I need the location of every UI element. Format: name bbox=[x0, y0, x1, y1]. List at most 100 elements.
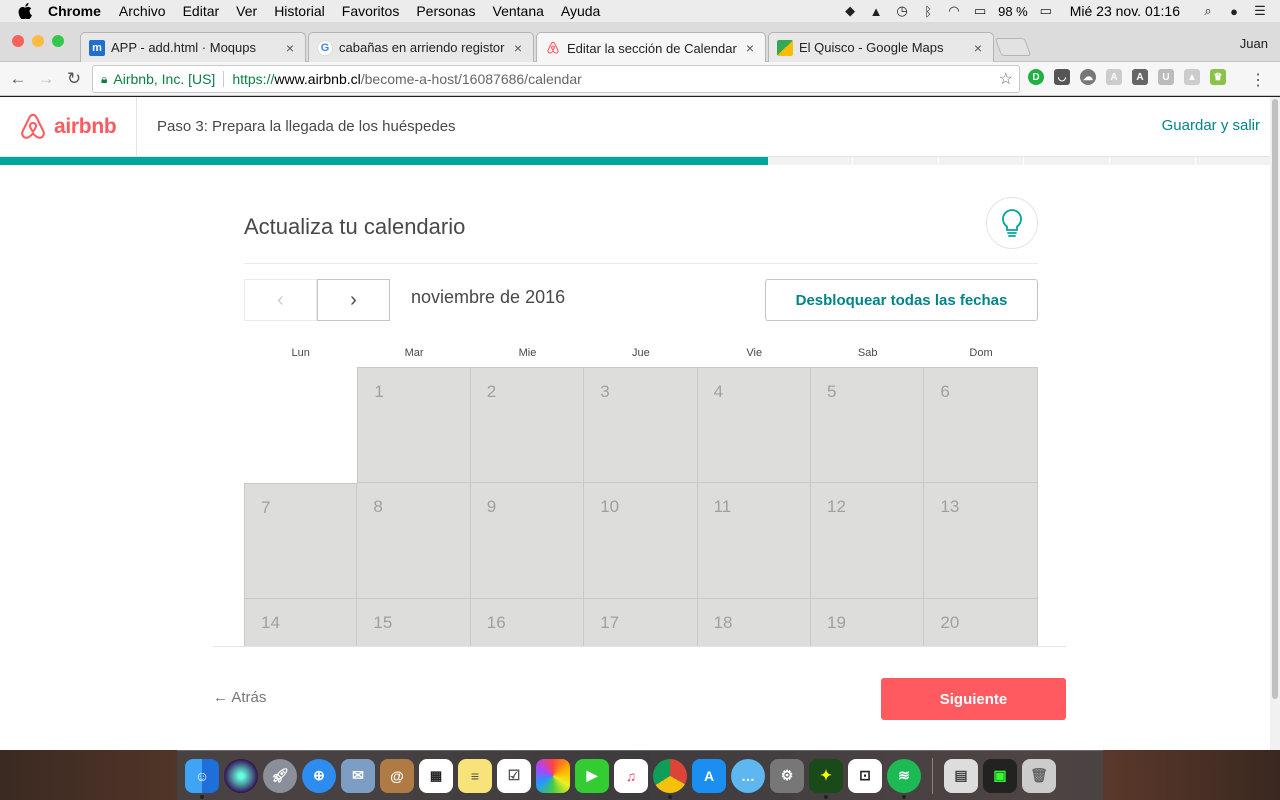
reload-icon[interactable]: ↻ bbox=[60, 69, 88, 89]
calendar-day-cell[interactable]: 10 bbox=[584, 483, 698, 599]
save-and-exit-link[interactable]: Guardar y salir bbox=[1162, 117, 1260, 134]
airbnb-logo[interactable]: airbnb bbox=[0, 97, 137, 157]
secure-site-label[interactable]: Airbnb, Inc. [US] bbox=[113, 71, 215, 87]
menu-item-favoritos[interactable]: Favoritos bbox=[342, 3, 400, 19]
square-app-icon[interactable]: ⊡ bbox=[848, 758, 882, 793]
close-window-button[interactable] bbox=[12, 35, 24, 47]
apple-icon[interactable] bbox=[18, 3, 36, 19]
cloud-icon[interactable]: ☁ bbox=[1080, 69, 1096, 85]
app-store-icon[interactable]: A bbox=[692, 758, 726, 793]
calendar-day-cell[interactable]: 7 bbox=[244, 483, 358, 599]
crown-extension-icon[interactable]: ♛ bbox=[1210, 69, 1226, 85]
system-preferences-icon[interactable]: ⚙ bbox=[770, 758, 804, 793]
spotify-icon[interactable]: ≋ bbox=[887, 758, 921, 799]
itunes-icon[interactable]: ♫ bbox=[614, 758, 648, 793]
minimize-window-button[interactable] bbox=[32, 35, 44, 47]
safari-icon[interactable]: ⊕ bbox=[302, 758, 336, 793]
siri-icon[interactable]: ● bbox=[1226, 3, 1242, 19]
next-button[interactable]: Siguiente bbox=[881, 678, 1066, 720]
calendar-day-cell[interactable]: 18 bbox=[697, 599, 811, 647]
pocket-icon[interactable]: ◡ bbox=[1054, 69, 1070, 85]
calendar-day-cell[interactable]: 6 bbox=[924, 367, 1038, 483]
back-arrow-icon[interactable]: ← bbox=[4, 69, 32, 89]
menu-item-ventana[interactable]: Ventana bbox=[493, 3, 544, 19]
angular-batarang-icon[interactable]: A bbox=[1132, 69, 1148, 85]
chrome-profile-name[interactable]: Juan bbox=[1240, 36, 1268, 51]
menu-item-personas[interactable]: Personas bbox=[416, 3, 475, 19]
lock-icon[interactable]: 🔒︎ bbox=[101, 72, 107, 87]
trash-icon[interactable]: 🗑︎ bbox=[1022, 758, 1056, 793]
notification-center-icon[interactable]: ☰ bbox=[1252, 3, 1268, 19]
calendar-day-cell[interactable]: 3 bbox=[584, 367, 698, 483]
finder-icon[interactable]: ☺ bbox=[185, 758, 219, 799]
previous-month-button[interactable]: ‹ bbox=[244, 279, 317, 321]
calendar-day-cell[interactable]: 8 bbox=[357, 483, 471, 599]
forward-arrow-icon[interactable]: → bbox=[32, 69, 60, 89]
calendar-day-cell[interactable]: 11 bbox=[697, 483, 811, 599]
browser-tab-google-maps[interactable]: El Quisco - Google Maps × bbox=[768, 32, 994, 62]
time-machine-icon[interactable]: ◷ bbox=[894, 3, 910, 19]
calendar-day-cell[interactable]: 9 bbox=[470, 483, 585, 599]
calendar-day-cell[interactable]: 16 bbox=[470, 599, 585, 647]
tab-close-icon[interactable]: × bbox=[283, 40, 297, 56]
calendar-day-cell[interactable]: 20 bbox=[924, 599, 1038, 647]
angular-extension-icon[interactable]: A bbox=[1106, 69, 1122, 85]
page-scrollbar[interactable] bbox=[1270, 97, 1280, 750]
browser-tab-airbnb-calendar[interactable]: Editar la sección de Calendario × bbox=[536, 32, 766, 63]
mail-icon[interactable]: ✉ bbox=[341, 758, 375, 793]
reminders-icon[interactable]: ☑ bbox=[497, 758, 531, 793]
spotlight-icon[interactable]: ⌕ bbox=[1200, 3, 1216, 19]
scrollbar-thumb[interactable] bbox=[1272, 99, 1278, 699]
address-bar[interactable]: 🔒︎ Airbnb, Inc. [US] https://www.airbnb.… bbox=[92, 65, 1020, 93]
terminal-stack-icon[interactable]: ▣ bbox=[983, 758, 1017, 793]
messages-icon[interactable]: … bbox=[731, 758, 765, 793]
tab-close-icon[interactable]: × bbox=[511, 40, 525, 56]
bookmark-star-icon[interactable]: ☆ bbox=[999, 69, 1013, 89]
calendar-day-cell[interactable]: 12 bbox=[811, 483, 925, 599]
launchpad-icon[interactable]: 🚀︎ bbox=[263, 758, 297, 793]
wifi-icon[interactable]: ◠ bbox=[946, 3, 962, 19]
calendar-day-cell[interactable]: 4 bbox=[697, 367, 811, 483]
calendar-day-cell[interactable]: 17 bbox=[584, 599, 698, 647]
calendar-day-cell[interactable]: 2 bbox=[470, 367, 585, 483]
calendar-day-cell[interactable]: 19 bbox=[811, 599, 925, 647]
zoom-window-button[interactable] bbox=[52, 35, 64, 47]
contacts-icon[interactable]: @ bbox=[380, 758, 414, 793]
facetime-icon[interactable]: ▶ bbox=[575, 758, 609, 793]
menu-app-name[interactable]: Chrome bbox=[48, 3, 101, 19]
photos-icon[interactable] bbox=[536, 758, 570, 793]
tab-close-icon[interactable]: × bbox=[971, 40, 985, 56]
airplay-icon[interactable]: ▭ bbox=[972, 3, 988, 19]
browser-tab-google-search[interactable]: G cabañas en arriendo registor - × bbox=[308, 32, 534, 62]
battery-percent[interactable]: 98 % bbox=[998, 4, 1028, 19]
menu-item-historial[interactable]: Historial bbox=[274, 3, 325, 19]
menu-item-archivo[interactable]: Archivo bbox=[119, 3, 166, 19]
calendar-day-cell[interactable]: 15 bbox=[357, 599, 471, 647]
battery-icon[interactable]: ▭ bbox=[1038, 3, 1054, 19]
chrome-menu-icon[interactable]: ⋮ bbox=[1250, 70, 1266, 90]
notes-icon[interactable]: ≡ bbox=[458, 758, 492, 793]
tips-button[interactable] bbox=[986, 197, 1038, 249]
menubar-clock[interactable]: Mié 23 nov. 01:16 bbox=[1070, 3, 1180, 19]
browser-tab-moqups[interactable]: m APP - add.html · Moqups × bbox=[80, 32, 306, 62]
calendar-app-icon[interactable]: ▦ bbox=[419, 758, 453, 793]
extension-u-icon[interactable]: U bbox=[1158, 69, 1174, 85]
calendar-day-cell[interactable]: 5 bbox=[811, 367, 925, 483]
dev-app-icon[interactable]: ✦ bbox=[809, 758, 843, 799]
google-drive-icon[interactable]: ▲ bbox=[868, 3, 884, 19]
menu-item-ayuda[interactable]: Ayuda bbox=[561, 3, 600, 19]
dropbox-icon[interactable]: ◆ bbox=[842, 3, 858, 19]
calendar-day-cell[interactable]: 13 bbox=[924, 483, 1038, 599]
new-tab-button[interactable] bbox=[994, 38, 1032, 56]
drive-extension-icon[interactable]: ▲ bbox=[1184, 69, 1200, 85]
menu-item-ver[interactable]: Ver bbox=[236, 3, 257, 19]
tab-close-icon[interactable]: × bbox=[743, 40, 757, 56]
calendar-day-cell[interactable]: 1 bbox=[357, 367, 471, 483]
unblock-all-dates-button[interactable]: Desbloquear todas las fechas bbox=[765, 279, 1038, 321]
back-link[interactable]: ← Atrás bbox=[213, 689, 266, 706]
extension-d-icon[interactable]: D bbox=[1028, 69, 1044, 85]
downloads-stack-icon[interactable]: ▤ bbox=[944, 758, 978, 793]
siri-dock-icon[interactable] bbox=[224, 758, 258, 793]
next-month-button[interactable]: › bbox=[317, 279, 390, 321]
chrome-icon[interactable] bbox=[653, 758, 687, 799]
